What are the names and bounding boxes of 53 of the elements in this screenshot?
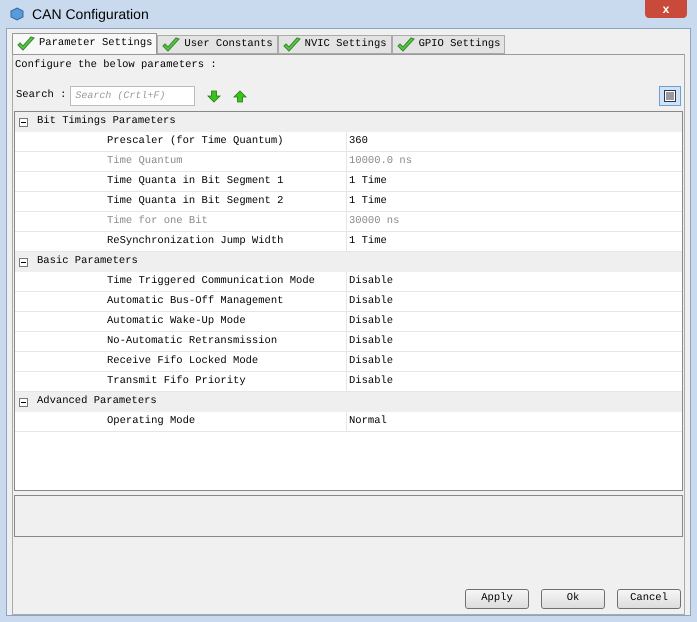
parameter-name: Time for one Bit — [15, 212, 347, 231]
parameter-name: Automatic Bus-Off Management — [15, 292, 347, 311]
group-title: Basic Parameters — [37, 254, 138, 270]
group-header[interactable]: Basic Parameters — [15, 252, 682, 272]
group-title: Bit Timings Parameters — [37, 114, 176, 130]
parameter-value[interactable]: Disable — [347, 312, 394, 331]
window-title: CAN Configuration — [32, 4, 149, 24]
parameter-value[interactable]: Disable — [347, 272, 394, 291]
collapse-icon[interactable] — [19, 258, 28, 266]
up-arrow-icon[interactable] — [233, 90, 248, 102]
group-header[interactable]: Bit Timings Parameters — [15, 112, 682, 132]
parameter-name: Time Quanta in Bit Segment 2 — [15, 192, 347, 211]
parameter-value[interactable]: Normal — [347, 412, 387, 431]
parameter-value[interactable]: Disable — [347, 332, 394, 351]
parameter-name: No-Automatic Retransmission — [15, 332, 347, 351]
parameter-value[interactable]: Disable — [347, 372, 394, 391]
dialog-button[interactable]: Ok — [541, 589, 605, 609]
parameter-value[interactable]: 1 Time — [347, 192, 387, 211]
close-button[interactable]: x — [645, 0, 687, 18]
instruction-text: Configure the below parameters : — [14, 58, 218, 73]
parameter-name: Transmit Fifo Priority — [15, 372, 347, 391]
tab[interactable]: User Constants — [157, 35, 278, 54]
parameter-value[interactable]: 1 Time — [347, 232, 387, 251]
parameter-name: Automatic Wake-Up Mode — [15, 312, 347, 331]
parameter-name: Operating Mode — [15, 412, 347, 431]
parameter-value: 30000 ns — [348, 214, 400, 229]
dialog-button[interactable]: Cancel — [617, 589, 681, 609]
parameter-value[interactable]: Disable — [347, 292, 394, 311]
down-arrow-icon[interactable] — [207, 90, 222, 102]
parameter-value[interactable]: 1 Time — [347, 172, 387, 191]
check-icon — [17, 36, 35, 52]
search-label: Search : — [16, 88, 66, 104]
parameter-name: Prescaler (for Time Quantum) — [15, 132, 347, 151]
parameter-value: 10000.0 ns — [348, 154, 412, 169]
cube-icon — [10, 7, 24, 21]
search-field[interactable]: Search (Crtl+F) — [70, 86, 196, 106]
list-icon — [664, 90, 676, 102]
collapse-icon[interactable] — [19, 118, 28, 126]
parameter-name: Time Triggered Communication Mode — [15, 272, 347, 291]
tab[interactable]: Parameter Settings — [12, 33, 158, 54]
parameter-name: Receive Fifo Locked Mode — [15, 352, 347, 371]
collapse-icon[interactable] — [19, 398, 28, 406]
parameter-name: Time Quantum — [15, 152, 347, 171]
parameter-name: Time Quanta in Bit Segment 1 — [15, 172, 347, 191]
tab[interactable]: GPIO Settings — [392, 35, 506, 54]
parameter-name: ReSynchronization Jump Width — [15, 232, 347, 251]
parameter-value[interactable]: 360 — [347, 132, 368, 151]
dialog-button[interactable]: Apply — [465, 589, 529, 609]
group-header[interactable]: Advanced Parameters — [15, 392, 682, 412]
group-title: Advanced Parameters — [37, 394, 157, 410]
tab[interactable]: NVIC Settings — [278, 35, 392, 54]
parameter-value[interactable]: Disable — [347, 352, 394, 371]
list-view-button[interactable] — [659, 86, 681, 106]
